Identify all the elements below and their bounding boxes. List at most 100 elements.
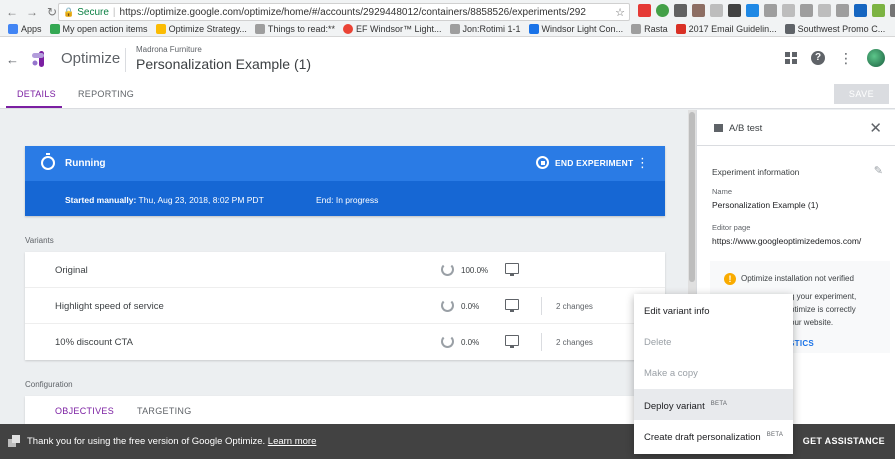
variant-name: Original — [55, 265, 88, 276]
bookmarks-bar: Apps My open action items Optimize Strat… — [0, 22, 885, 36]
free-version-message: Thank you for using the free version of … — [27, 436, 317, 447]
configuration-heading: Configuration — [25, 380, 73, 389]
bookmark-item[interactable]: 2017 Email Guidelin... — [675, 24, 777, 34]
stop-icon[interactable] — [536, 156, 549, 169]
bookmark-item[interactable]: Windsor Light Con... — [528, 24, 623, 34]
preview-icon[interactable] — [505, 335, 519, 348]
extension-icon[interactable] — [656, 4, 669, 17]
get-assistance-button[interactable]: GET ASSISTANCE — [803, 436, 885, 446]
beta-badge: BETA — [766, 432, 784, 438]
variant-weight[interactable]: 100.0% — [461, 266, 488, 275]
header-actions: ? ⋮ — [785, 49, 885, 67]
extension-icon[interactable] — [800, 4, 813, 17]
more-vert-icon[interactable]: ⋮ — [636, 155, 649, 171]
save-button[interactable]: SAVE — [834, 84, 889, 104]
bookmark-item[interactable]: Optimize Strategy... — [155, 24, 247, 34]
end-status: End: In progress — [316, 195, 379, 205]
close-icon[interactable]: ✕ — [869, 119, 882, 137]
edit-pencil-icon[interactable]: ✎ — [874, 164, 883, 177]
active-tab-indicator — [6, 106, 62, 108]
menu-item-deploy-variant[interactable]: Deploy variant BETA — [634, 389, 793, 420]
bookmark-item[interactable]: Apps — [8, 24, 42, 34]
variant-weight[interactable]: 0.0% — [461, 338, 479, 347]
end-experiment-button[interactable]: END EXPERIMENT — [555, 158, 633, 168]
secure-label: Secure — [77, 6, 109, 18]
menu-item-edit-variant-info[interactable]: Edit variant info — [634, 296, 793, 327]
tabs-bar: DETAILS REPORTING SAVE — [0, 81, 895, 109]
started-info: Started manually: Thu, Aug 23, 2018, 8:0… — [65, 195, 264, 205]
header-divider — [125, 48, 126, 72]
extension-icon[interactable] — [674, 4, 687, 17]
editor-page-value: https://www.googleoptimizedemos.com/ — [712, 236, 862, 246]
browser-toolbar: ← → ↻ 🔒 Secure | https://optimize.google… — [0, 3, 895, 21]
tab-objectives[interactable]: OBJECTIVES — [55, 406, 114, 416]
more-vert-icon[interactable]: ⋮ — [839, 51, 853, 65]
variant-row[interactable]: Original 100.0% — [25, 252, 665, 288]
variant-row[interactable]: Highlight speed of service 0.0% 2 change… — [25, 288, 665, 324]
status-card: Running END EXPERIMENT ⋮ Started manuall… — [25, 146, 665, 216]
variant-changes[interactable]: 2 changes — [556, 302, 593, 311]
bookmark-item[interactable]: Things to read:** — [254, 24, 335, 34]
warning-text: ptimize is correctly — [790, 305, 856, 314]
extension-icon[interactable] — [872, 4, 885, 17]
extension-icon[interactable] — [746, 4, 759, 17]
started-label: Started manually: — [65, 195, 137, 205]
tab-targeting[interactable]: TARGETING — [137, 406, 192, 416]
browser-chrome: ← → ↻ 🔒 Secure | https://optimize.google… — [0, 0, 895, 37]
menu-item-create-draft-personalization[interactable]: Create draft personalization BETA — [634, 420, 793, 451]
bookmark-item[interactable]: EF Windsor™ Light... — [342, 24, 442, 34]
bookmark-item[interactable]: Jon:Rotimi 1-1 — [449, 24, 521, 34]
extension-icon[interactable] — [638, 4, 651, 17]
experiment-info-title: Experiment information — [712, 167, 800, 177]
scrollbar-thumb[interactable] — [689, 112, 695, 282]
beta-badge: BETA — [710, 401, 728, 407]
warning-text: g your experiment, — [790, 292, 857, 301]
app-name: Optimize — [61, 50, 121, 67]
bookmark-item[interactable]: Rasta — [631, 24, 668, 34]
bookmark-star-icon[interactable]: ☆ — [615, 6, 625, 19]
apps-grid-icon[interactable] — [785, 52, 797, 64]
experiment-title: Personalization Example (1) — [136, 56, 312, 72]
extension-icon[interactable] — [782, 4, 795, 17]
tab-details[interactable]: DETAILS — [17, 89, 56, 99]
extension-icon[interactable] — [692, 4, 705, 17]
site-icon — [528, 24, 539, 34]
extension-icon[interactable] — [710, 4, 723, 17]
help-icon[interactable]: ? — [811, 51, 825, 65]
apps-icon — [8, 24, 18, 34]
extension-icon[interactable] — [764, 4, 777, 17]
weight-icon — [441, 335, 454, 348]
forward-nav-icon[interactable]: → — [24, 4, 40, 20]
extension-icon[interactable] — [836, 4, 849, 17]
back-arrow-icon[interactable]: ← — [6, 52, 19, 67]
status-card-top: Running END EXPERIMENT ⋮ — [25, 146, 665, 181]
folder-icon — [631, 24, 642, 34]
extension-icon[interactable] — [890, 4, 895, 17]
variants-list: Original 100.0% Highlight speed of servi… — [25, 252, 665, 360]
container-name: Madrona Furniture — [136, 45, 202, 54]
variant-row[interactable]: 10% discount CTA 0.0% 2 changes — [25, 324, 665, 360]
panel-title: A/B test — [729, 123, 763, 134]
avatar[interactable] — [867, 49, 885, 67]
slides-icon — [155, 24, 166, 34]
bookmark-item[interactable]: Southwest Promo C... — [784, 24, 885, 34]
address-bar[interactable]: 🔒 Secure | https://optimize.google.com/o… — [58, 3, 630, 21]
extension-icon[interactable] — [854, 4, 867, 17]
back-nav-icon[interactable]: ← — [4, 4, 20, 20]
variant-context-menu: Edit variant info Delete Make a copy Dep… — [634, 294, 793, 454]
variant-changes[interactable]: 2 changes — [556, 338, 593, 347]
preview-icon[interactable] — [505, 263, 519, 276]
learn-more-link[interactable]: Learn more — [268, 436, 317, 447]
extension-icon[interactable] — [818, 4, 831, 17]
variant-name: 10% discount CTA — [55, 337, 133, 348]
variant-name: Highlight speed of service — [55, 301, 164, 312]
tab-reporting[interactable]: REPORTING — [78, 89, 134, 99]
weight-icon — [441, 263, 454, 276]
preview-icon[interactable] — [505, 299, 519, 312]
extension-icon[interactable] — [728, 4, 741, 17]
bookmark-item[interactable]: My open action items — [49, 24, 148, 34]
lock-icon: 🔒 — [63, 6, 75, 17]
app-header: ← Optimize Madrona Furniture Personaliza… — [0, 37, 895, 81]
configuration-card: OBJECTIVES TARGETING — [25, 396, 665, 426]
variant-weight[interactable]: 0.0% — [461, 302, 479, 311]
